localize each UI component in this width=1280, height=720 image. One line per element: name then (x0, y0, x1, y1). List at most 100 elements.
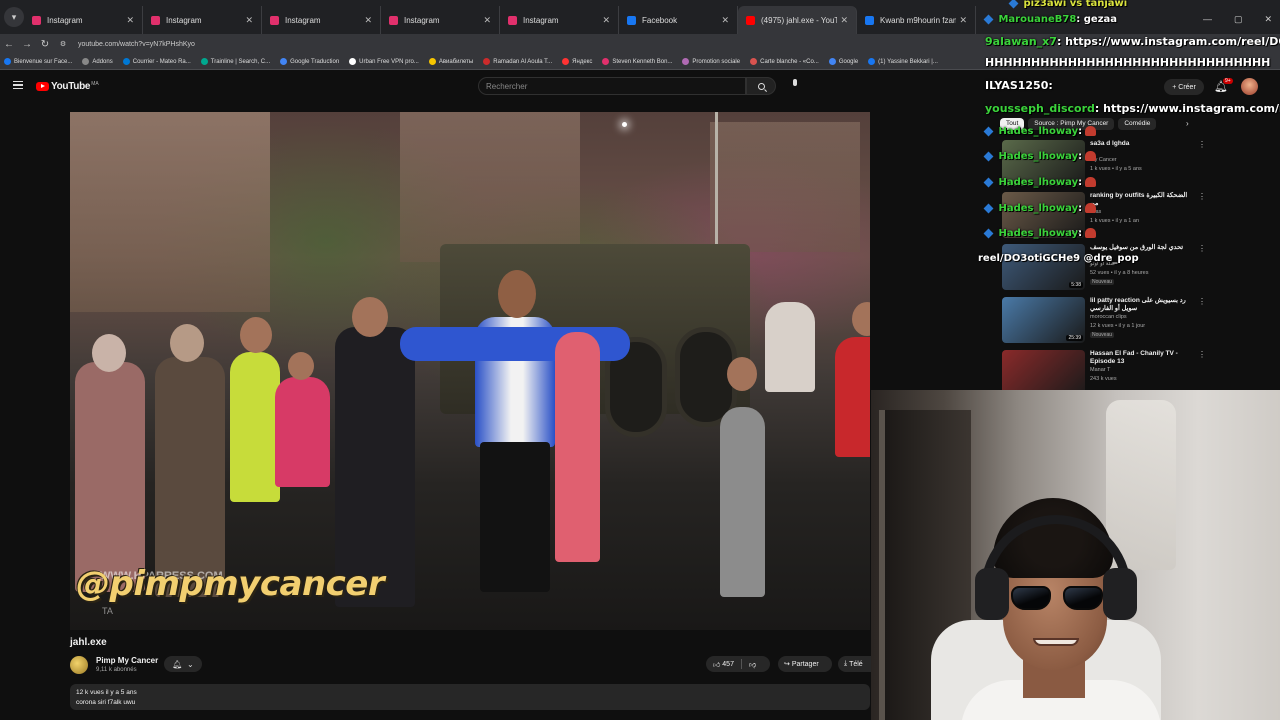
heart-emote-icon (1085, 228, 1097, 238)
browser-tab[interactable]: Instagram ✕ (143, 6, 262, 34)
chat-username: ILYAS1250 (985, 79, 1049, 92)
chat-text: : gezaa (1076, 14, 1118, 25)
youtube-header: YouTube MA Rechercher (0, 70, 985, 102)
share-button[interactable]: ↪ Partager (778, 656, 832, 672)
like-count: 457 (722, 660, 734, 668)
close-icon[interactable]: ✕ (483, 15, 491, 26)
more-options-icon[interactable]: ⋮ (1198, 192, 1206, 201)
bookmark-label: Bienvenue sur Face... (14, 58, 73, 65)
bookmark-item[interactable]: Steven Kenneth Bon... (602, 58, 672, 65)
close-icon[interactable]: ✕ (126, 15, 134, 26)
bookmark-label: Courrier - Mateo Ra... (132, 58, 191, 65)
close-icon[interactable]: ✕ (840, 15, 848, 26)
close-window-icon[interactable]: ✕ (1264, 14, 1272, 25)
recommended-meta: 52 vues • il y a 8 heures (1090, 270, 1149, 276)
video-player[interactable]: WWW.HPARRESS.COM @pimpmycancer TA (70, 112, 870, 630)
tab-search-icon[interactable]: ▾ (4, 7, 24, 27)
avatar[interactable] (1241, 78, 1258, 95)
chevron-right-icon[interactable]: › (1186, 119, 1189, 128)
recommended-title[interactable]: sa3a d lghda (1090, 140, 1188, 148)
chevron-down-icon: ⌄ (187, 659, 194, 669)
bookmark-item[interactable]: Google Traduction (280, 58, 339, 65)
recommended-title[interactable]: ranking by outfits الضحكة الكبيرة من (1090, 192, 1188, 208)
browser-tab[interactable]: Kwanb m9hourin fzaman akhrr✕ (857, 6, 976, 34)
recommended-channel[interactable]: moroccan clips (1090, 314, 1127, 320)
more-options-icon[interactable]: ⋮ (1198, 244, 1206, 253)
more-options-icon[interactable]: ⋮ (1198, 350, 1206, 359)
browser-tab[interactable]: Instagram ✕ (381, 6, 500, 34)
voice-search-button[interactable] (786, 79, 804, 97)
forward-icon[interactable]: → (18, 39, 36, 50)
recommended-channel[interactable]: Manar T (1090, 367, 1110, 373)
person-head (727, 357, 757, 391)
browser-tab[interactable]: Facebook ✕ (619, 6, 738, 34)
more-options-icon[interactable]: ⋮ (1198, 140, 1206, 149)
bookmark-item[interactable]: Addons (82, 58, 113, 65)
channel-subscribers: 9,11 k abonnés (96, 667, 137, 673)
description-box[interactable]: 12 k vues il y a 5 ans corona siri f7alk… (70, 684, 870, 710)
close-icon[interactable]: ✕ (959, 15, 967, 26)
share-icon: ↪ (784, 661, 790, 668)
subscription-bell-button[interactable]: 🔔︎ ⌄ (164, 656, 202, 672)
url-field[interactable]: youtube.com/watch?v=yN7kPHshKyo (78, 41, 195, 48)
bell-icon: 🔔︎ (172, 659, 183, 669)
search-button[interactable] (746, 77, 776, 95)
minimize-icon[interactable]: — (1203, 14, 1212, 25)
recommended-title[interactable]: تحدي لجة الورق من سوفيل يوسف (1090, 244, 1188, 252)
site-info-icon[interactable]: ⚙ (54, 40, 72, 48)
bookmark-item[interactable]: Авиабилеты (428, 58, 473, 65)
search-input[interactable]: Rechercher (478, 77, 746, 95)
person (275, 377, 330, 487)
recommended-meta: 12 k vues • il y a 1 jour (1090, 323, 1146, 329)
like-button[interactable]: 👍︎ 457 👎︎ (706, 656, 770, 672)
bookmark-item[interactable]: Urban Free VPN pro... (349, 58, 419, 65)
video-thumbnail[interactable]: 5:38 (1002, 244, 1085, 290)
chat-text: : https://www.instagram.com/reel/C7w (1094, 102, 1280, 115)
recommended-video[interactable]: 25:39 lil patty reaction رد بسيويش على سو… (1002, 297, 1206, 343)
bookmark-label: Trainline | Search, C... (210, 58, 271, 65)
recommended-video[interactable]: 5:38 تحدي لجة الورق من سوفيل يوسف سلة أو أ… (1002, 244, 1206, 290)
reload-icon[interactable]: ↻ (36, 39, 54, 50)
bookmark-item[interactable]: Promotion sociale (682, 58, 740, 65)
headphone-cup (1103, 568, 1137, 620)
chat-username: Hades_lhoway (998, 177, 1079, 188)
bookmark-item[interactable]: (1) Yassine Bekkari |... (868, 58, 938, 65)
close-icon[interactable]: ✕ (364, 15, 372, 26)
video-thumbnail[interactable]: 25:39 (1002, 297, 1085, 343)
create-button[interactable]: + Créer (1164, 79, 1204, 95)
youtube-logo[interactable]: YouTube MA (36, 81, 99, 92)
close-icon[interactable]: ✕ (245, 15, 253, 26)
headphone-cup (975, 568, 1009, 620)
more-options-icon[interactable]: ⋮ (1198, 297, 1206, 306)
recommended-title[interactable]: lil patty reaction رد بسيويش على سويل أو… (1090, 297, 1188, 313)
tab-label: Instagram (166, 15, 202, 25)
close-icon[interactable]: ✕ (602, 15, 610, 26)
browser-tab[interactable]: Instagram ✕ (24, 6, 143, 34)
channel-name[interactable]: Pimp My Cancer (96, 656, 158, 665)
bookmark-item[interactable]: Google (828, 58, 858, 65)
thumbs-down-icon[interactable]: 👎︎ (749, 660, 756, 669)
bookmark-item[interactable]: Carte blanche - «Co... (750, 58, 819, 65)
chip-comedy[interactable]: Comédie (1118, 118, 1157, 130)
bookmark-item[interactable]: Courrier - Mateo Ra... (122, 58, 191, 65)
youtube-icon (746, 15, 755, 25)
browser-tab[interactable]: Instagram ✕ (262, 6, 381, 34)
bookmark-favicon-icon (4, 58, 11, 65)
bookmark-item[interactable]: Ramadan Al Aoula T... (483, 58, 552, 65)
channel-avatar[interactable] (70, 656, 88, 674)
recommended-title[interactable]: Hassan El Fad - Chanily TV - Episode 13 (1090, 350, 1188, 366)
bookmark-item[interactable]: Яндекс (562, 58, 592, 65)
instagram-icon (32, 15, 41, 25)
bookmark-item[interactable]: Bienvenue sur Face... (4, 58, 72, 65)
share-label: Partager (791, 660, 819, 668)
close-icon[interactable]: ✕ (721, 15, 729, 26)
browser-tab[interactable]: Instagram ✕ (500, 6, 619, 34)
create-label: Créer (1178, 83, 1196, 91)
menu-icon[interactable] (13, 81, 23, 89)
bookmark-item[interactable]: Trainline | Search, C... (200, 58, 271, 65)
chat-message: Hades_lhoway: (983, 203, 1097, 214)
back-icon[interactable]: ← (0, 39, 18, 50)
chat-message: reel/DO3otiGCHe9 @dre_pop (978, 253, 1139, 264)
browser-tab-active[interactable]: (4975) jahl.exe - YouTube✕ (738, 6, 857, 34)
maximize-icon[interactable]: ▢ (1234, 14, 1243, 25)
